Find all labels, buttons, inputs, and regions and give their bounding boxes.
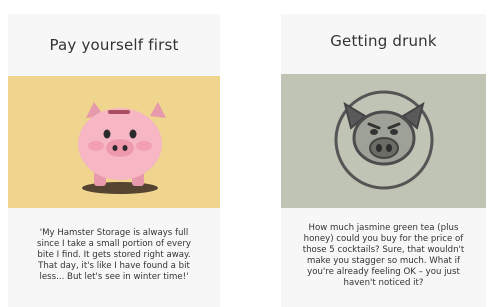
pig-face-illustration bbox=[281, 74, 486, 208]
piggy-bank-illustration bbox=[8, 76, 220, 208]
card-title: Getting drunk bbox=[330, 32, 437, 50]
piggy-bank-icon bbox=[8, 76, 220, 208]
card-title: Pay yourself first bbox=[49, 36, 179, 54]
card-body-text: How much jasmine green tea (plus honey) … bbox=[302, 223, 465, 288]
page: Pay yourself first 'My Hamster Storage i… bbox=[0, 0, 488, 307]
card-body-text: 'My Hamster Storage is always full since… bbox=[37, 228, 191, 282]
card-pay-yourself-first: Pay yourself first 'My Hamster Storage i… bbox=[8, 14, 220, 307]
pig-face-icon bbox=[281, 74, 486, 208]
card-getting-drunk: Getting drunk How much jasmine green tea… bbox=[281, 14, 486, 307]
